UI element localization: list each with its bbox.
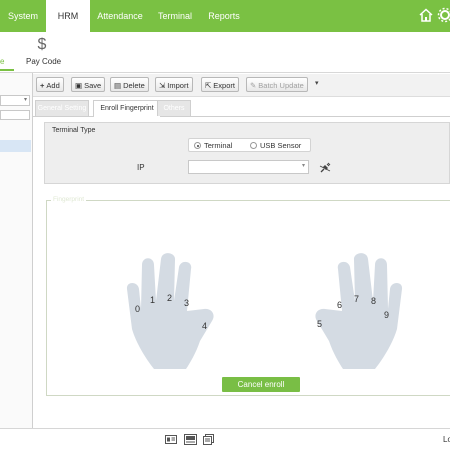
fingerprint-legend: Fingerprint (51, 196, 86, 203)
tab-enroll-fingerprint[interactable]: Enroll Fingerprint (93, 100, 161, 117)
nav-terminal[interactable]: Terminal (152, 0, 198, 32)
delete-button[interactable]: ▤Delete (110, 77, 149, 92)
export-icon: ⇱ (205, 78, 211, 93)
cancel-enroll-button[interactable]: Cancel enroll (222, 377, 300, 392)
finger-5[interactable]: 5 (317, 319, 322, 329)
import-icon: ⇲ (159, 78, 165, 93)
finger-7[interactable]: 7 (354, 294, 359, 304)
ip-select[interactable]: ▾ (188, 160, 309, 174)
batch-update-label: Batch Update (258, 81, 303, 90)
save-icon: ▣ (75, 78, 82, 93)
documents-icon[interactable] (203, 434, 214, 445)
right-hand-panel: 5 6 7 8 9 (297, 251, 405, 374)
radio-terminal-label: Terminal (204, 141, 232, 150)
subnav-partial-tab[interactable]: e (0, 57, 4, 66)
finger-0[interactable]: 0 (135, 304, 140, 314)
subnav-active-indicator (0, 69, 14, 71)
subnav-pay-code[interactable]: Pay Code (26, 57, 61, 66)
id-card-icon[interactable] (165, 434, 177, 445)
batch-update-icon: ✎ (250, 78, 256, 93)
more-dropdown-icon[interactable]: ▾ (315, 79, 319, 87)
home-icon[interactable] (418, 7, 434, 23)
terminal-type-options: Terminal USB Sensor (188, 138, 311, 152)
terminal-type-legend: Terminal Type (52, 127, 95, 134)
tree-selected-item[interactable] (0, 140, 31, 152)
connect-plug-icon[interactable] (319, 162, 331, 174)
chevron-down-icon: ▾ (24, 96, 27, 103)
finger-4[interactable]: 4 (202, 321, 207, 331)
finger-2[interactable]: 2 (167, 293, 172, 303)
terminal-type-group: Terminal Type Terminal USB Sensor IP ▾ (44, 122, 450, 184)
dollar-icon[interactable]: $ (35, 34, 49, 52)
nav-reports[interactable]: Reports (202, 0, 246, 32)
finger-3[interactable]: 3 (184, 298, 189, 308)
finger-8[interactable]: 8 (371, 296, 376, 306)
terminal-device-icon[interactable] (184, 434, 197, 445)
trash-icon: ▤ (114, 78, 121, 93)
nav-attendance[interactable]: Attendance (92, 0, 148, 32)
radio-usb-sensor[interactable] (250, 142, 257, 149)
left-hand-image: 0 1 2 3 4 (124, 251, 232, 374)
top-navigation-bar: System HRM Attendance Terminal Reports (0, 0, 450, 32)
right-hand-image: 5 6 7 8 9 (297, 251, 405, 374)
batch-update-button[interactable]: ✎Batch Update (246, 77, 308, 92)
add-button[interactable]: +Add (36, 77, 64, 92)
status-right-text: Lo (443, 435, 450, 444)
left-tree-panel: ▾ (0, 73, 33, 428)
radio-terminal[interactable] (194, 142, 201, 149)
svg-text:$: $ (38, 36, 47, 52)
nav-hrm[interactable]: HRM (46, 0, 90, 32)
nav-system[interactable]: System (0, 0, 46, 32)
tree-search-input[interactable] (0, 110, 30, 120)
radio-usb-sensor-label: USB Sensor (260, 141, 301, 150)
save-label: Save (84, 81, 101, 90)
department-dropdown[interactable]: ▾ (0, 95, 30, 106)
import-button[interactable]: ⇲Import (155, 77, 193, 92)
status-bar: Lo (0, 428, 450, 451)
tab-strip: General Setting Enroll Fingerprint Other… (33, 98, 450, 117)
sub-navigation-bar (0, 32, 450, 73)
finger-1[interactable]: 1 (150, 295, 155, 305)
ip-label: IP (137, 163, 145, 172)
tab-others[interactable]: Others (157, 100, 191, 116)
finger-6[interactable]: 6 (337, 300, 342, 310)
export-label: Export (213, 81, 235, 90)
delete-label: Delete (123, 81, 145, 90)
import-label: Import (167, 81, 188, 90)
chevron-down-icon: ▾ (302, 162, 305, 169)
left-hand-panel: 0 1 2 3 4 (124, 251, 232, 374)
export-button[interactable]: ⇱Export (201, 77, 239, 92)
save-button[interactable]: ▣Save (71, 77, 105, 92)
plus-icon: + (40, 78, 44, 93)
add-label: Add (46, 81, 59, 90)
finger-9[interactable]: 9 (384, 310, 389, 320)
tab-general-setting[interactable]: General Setting (35, 100, 89, 116)
gear-icon[interactable] (437, 7, 450, 23)
